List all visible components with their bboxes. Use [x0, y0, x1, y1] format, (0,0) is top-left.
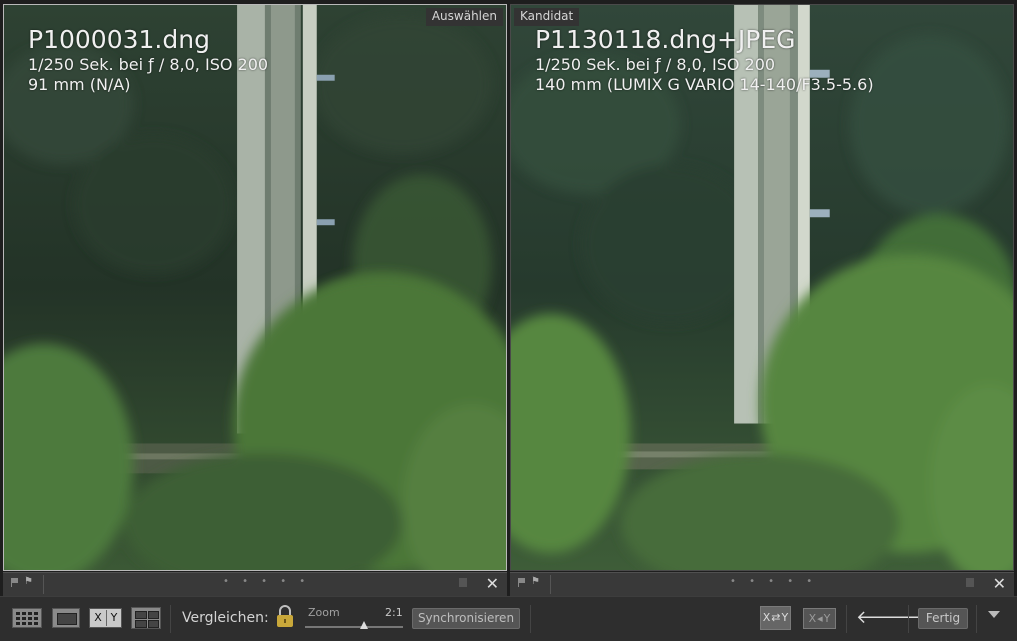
chevron-down-icon[interactable] — [988, 611, 1000, 618]
swap-x-label: X — [762, 611, 771, 624]
toolbar-separator — [530, 605, 531, 633]
swap-icon[interactable]: X⇄Y — [760, 606, 791, 630]
select-photo-pane[interactable]: Auswählen P1000031.dng 1/250 Sek. bei ƒ … — [3, 4, 507, 571]
compare-y-label: Y — [106, 610, 121, 626]
loupe-view-icon[interactable] — [52, 608, 80, 628]
zoom-slider-thumb[interactable] — [359, 621, 368, 629]
select-filename: P1000031.dng — [28, 25, 210, 54]
rating-stars[interactable]: • • • • • — [223, 576, 310, 587]
candidate-filename: P1130118.dng+JPEG — [535, 25, 796, 54]
select-badge: Auswählen — [425, 8, 503, 26]
candidate-pane-flag-bar: ⚑ • • • • • ✕ — [510, 572, 1014, 596]
toolbar-separator — [976, 605, 977, 633]
select-lens: 91 mm (N/A) — [28, 75, 131, 94]
grid-view-icon[interactable] — [12, 608, 42, 628]
survey-view-icon[interactable] — [131, 607, 161, 629]
select-exposure: 1/250 Sek. bei ƒ / 8,0, ISO 200 — [28, 55, 269, 74]
rating-stars[interactable]: • • • • • — [730, 576, 817, 587]
zoom-label: Zoom — [308, 606, 340, 619]
candidate-photo-pane[interactable]: Kandidat P1130118.dng+JPEG 1/250 Sek. be… — [510, 4, 1014, 571]
make-select-icon[interactable]: X◂Y — [803, 608, 836, 629]
candidate-exposure: 1/250 Sek. bei ƒ / 8,0, ISO 200 — [535, 55, 776, 74]
compare-label: Vergleichen: — [182, 610, 269, 626]
reject-flag-icon[interactable]: ⚑ — [531, 576, 540, 587]
zoom-value: 2:1 — [385, 606, 403, 619]
close-icon[interactable]: ✕ — [486, 574, 499, 594]
make-select-y-label: Y — [823, 612, 831, 625]
close-icon[interactable]: ✕ — [993, 574, 1006, 594]
flag-icon[interactable] — [518, 578, 527, 587]
candidate-badge: Kandidat — [514, 8, 580, 26]
reject-flag-icon[interactable]: ⚑ — [24, 576, 33, 587]
select-photo-info: P1000031.dng 1/250 Sek. bei ƒ / 8,0, ISO… — [28, 25, 268, 95]
swap-y-label: Y — [781, 611, 789, 624]
toolbar-separator — [170, 605, 171, 633]
candidate-photo-info: P1130118.dng+JPEG 1/250 Sek. bei ƒ / 8,0… — [535, 25, 874, 95]
zoom-slider-track[interactable] — [305, 626, 403, 628]
toolbar-separator — [908, 605, 909, 633]
candidate-lens: 140 mm (LUMIX G VARIO 14-140/F3.5-5.6) — [535, 75, 874, 94]
make-select-x-label: X — [808, 612, 817, 625]
divider — [550, 575, 551, 594]
toolbar-separator — [846, 605, 847, 633]
color-label-icon[interactable] — [459, 578, 467, 587]
sync-button[interactable]: Synchronisieren — [412, 608, 520, 629]
select-pane-flag-bar: ⚑ • • • • • ✕ — [3, 572, 507, 596]
color-label-icon[interactable] — [966, 578, 974, 587]
compare-view-icon[interactable]: X Y — [89, 608, 122, 628]
divider — [43, 575, 44, 594]
lock-icon[interactable] — [276, 604, 294, 628]
bottom-toolbar: X Y Vergleichen: Zoom 2:1 Synchronisiere… — [0, 596, 1017, 641]
compare-x-label: X — [94, 611, 102, 624]
flag-icon[interactable] — [11, 578, 20, 587]
done-button[interactable]: Fertig — [918, 608, 968, 629]
